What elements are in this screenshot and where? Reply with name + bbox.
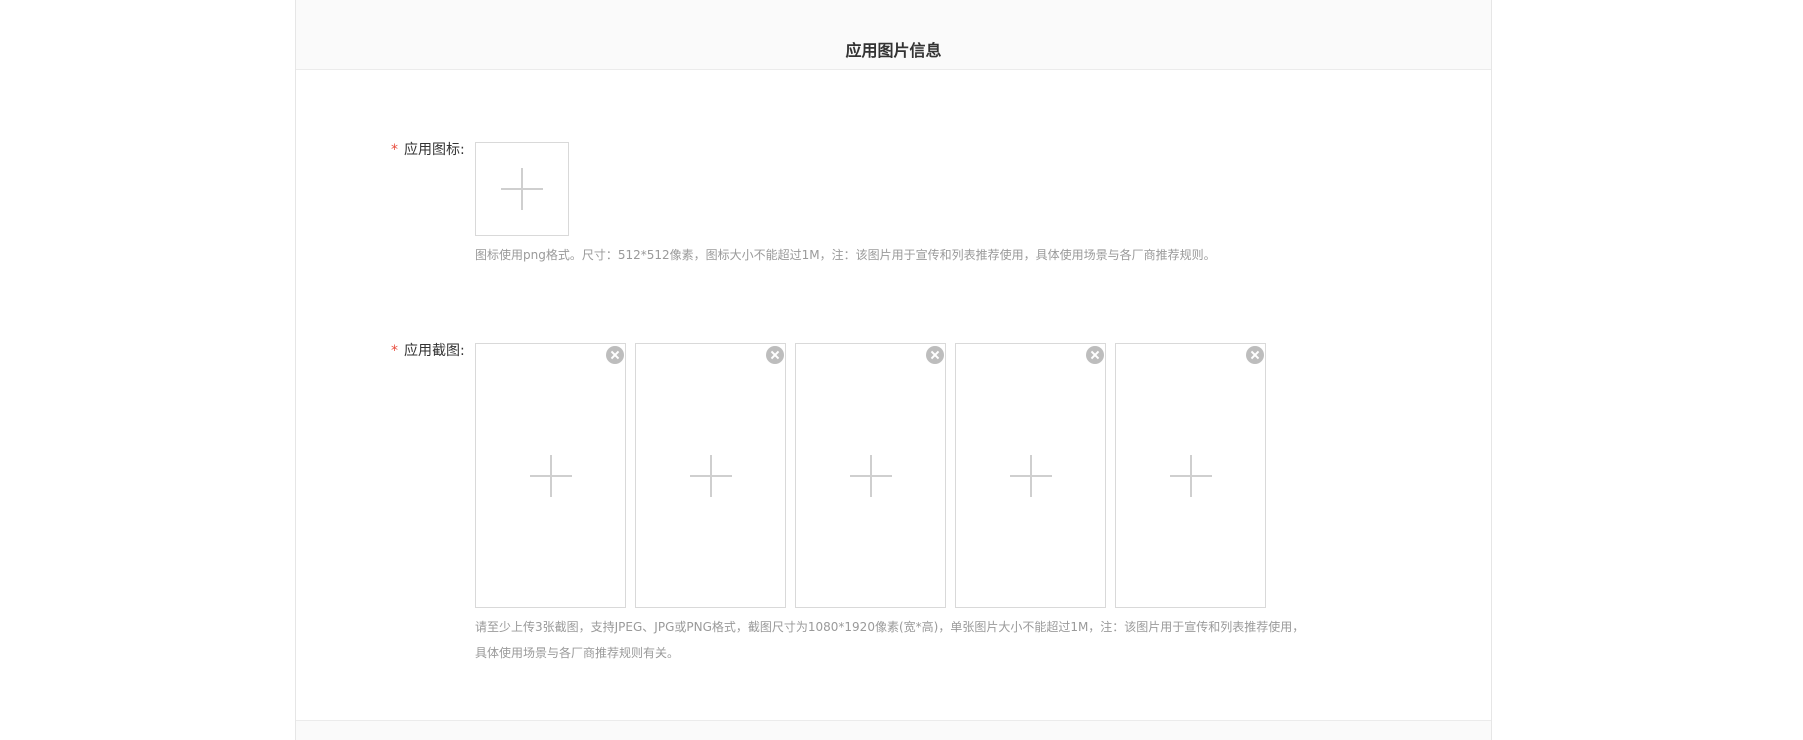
close-circle-icon[interactable] xyxy=(926,346,944,364)
screenshot-upload-slot-2[interactable] xyxy=(635,343,786,608)
plus-icon xyxy=(689,454,732,497)
app-icon-upload[interactable] xyxy=(475,142,569,236)
required-mark: * xyxy=(391,142,398,158)
required-mark: * xyxy=(391,343,398,359)
plus-icon xyxy=(1169,454,1212,497)
page: 应用图片信息 * 应用图标: 图标使用png格式。尺寸：512*512像素，图标大… xyxy=(0,0,1803,740)
screenshot-hint-line-2: 具体使用场景与各厂商推荐规则有关。 xyxy=(475,646,680,660)
plus-icon xyxy=(501,168,543,210)
panel-header: 应用图片信息 xyxy=(296,0,1491,70)
app-screenshot-label-text: 应用截图: xyxy=(404,343,465,359)
plus-icon xyxy=(849,454,892,497)
screenshot-upload-slot-3[interactable] xyxy=(795,343,946,608)
screenshot-upload-slot-5[interactable] xyxy=(1115,343,1266,608)
app-icon-hint: 图标使用png格式。尺寸：512*512像素，图标大小不能超过1M，注：该图片用… xyxy=(475,248,1216,262)
app-image-info-panel: 应用图片信息 * 应用图标: 图标使用png格式。尺寸：512*512像素，图标大… xyxy=(295,0,1492,740)
screenshot-upload-slot-1[interactable] xyxy=(475,343,626,608)
plus-icon xyxy=(1009,454,1052,497)
app-screenshot-label: * 应用截图: xyxy=(391,341,465,361)
app-icon-label: * 应用图标: xyxy=(391,140,465,160)
close-circle-icon[interactable] xyxy=(766,346,784,364)
app-icon-label-text: 应用图标: xyxy=(404,142,465,158)
plus-icon xyxy=(529,454,572,497)
close-circle-icon[interactable] xyxy=(1086,346,1104,364)
close-circle-icon[interactable] xyxy=(606,346,624,364)
panel-footer xyxy=(296,720,1491,740)
screenshot-hint-line-1: 请至少上传3张截图，支持JPEG、JPG或PNG格式，截图尺寸为1080*192… xyxy=(475,620,1305,634)
section-title: 应用图片信息 xyxy=(845,41,942,60)
screenshot-upload-slot-4[interactable] xyxy=(955,343,1106,608)
close-circle-icon[interactable] xyxy=(1246,346,1264,364)
